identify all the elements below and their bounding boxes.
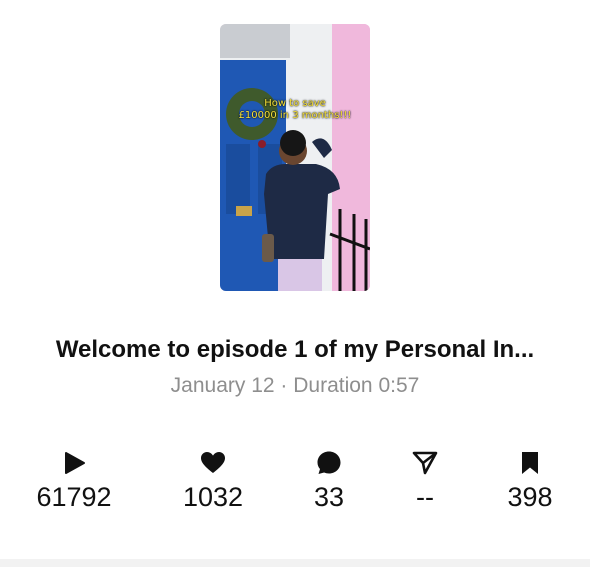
likes-stat: 1032 [153, 448, 273, 513]
saves-count: 398 [507, 482, 553, 512]
video-thumbnail-image [220, 24, 370, 291]
episode-title: Welcome to episode 1 of my Personal In..… [55, 336, 535, 363]
likes-count: 1032 [182, 482, 244, 512]
stats-row: 61792 1032 33 -- 398 [0, 448, 590, 528]
overlay-line-1: How to save [264, 98, 326, 109]
overlay-line-2: £10000 in 3 months!!! [238, 110, 352, 121]
episode-meta: January 12 · Duration 0:57 [170, 374, 420, 397]
plays-stat: 61792 [14, 448, 134, 513]
play-icon [14, 448, 134, 478]
plays-count: 61792 [36, 482, 112, 512]
video-thumbnail[interactable]: How to save £10000 in 3 months!!! [220, 24, 370, 291]
saves-stat: 398 [470, 448, 590, 513]
bookmark-icon [470, 448, 590, 478]
shares-stat: -- [365, 448, 485, 513]
bottom-divider [0, 559, 590, 567]
share-icon [365, 448, 485, 478]
heart-icon [153, 448, 273, 478]
video-caption-overlay: How to save £10000 in 3 months!!! [220, 98, 370, 122]
shares-count: -- [416, 482, 434, 512]
